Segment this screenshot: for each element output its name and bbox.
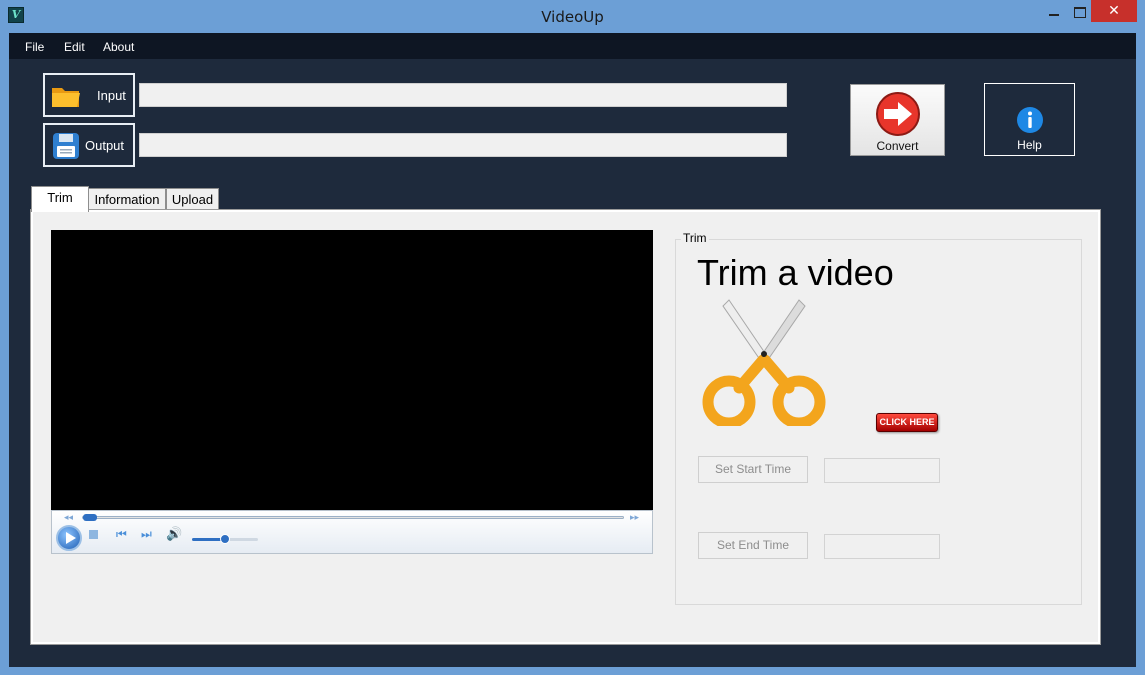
- seek-thumb[interactable]: [83, 514, 97, 521]
- stop-icon[interactable]: [89, 530, 98, 539]
- folder-icon: [52, 88, 80, 107]
- menu-bar: File Edit About: [9, 33, 1136, 59]
- output-button[interactable]: Output: [43, 123, 135, 167]
- menu-edit[interactable]: Edit: [64, 40, 85, 54]
- seek-back-icon[interactable]: ◂◂: [64, 512, 73, 523]
- close-button[interactable]: ✕: [1091, 0, 1137, 22]
- convert-button[interactable]: Convert: [850, 84, 945, 156]
- seek-bar[interactable]: [82, 514, 624, 521]
- media-controls: ◂◂ ▸▸ ⏮ ⏭ 🔊: [51, 510, 653, 554]
- menu-file[interactable]: File: [25, 40, 44, 54]
- input-path-field[interactable]: [139, 83, 787, 107]
- input-button[interactable]: Input: [43, 73, 135, 117]
- scissors-icon: [702, 299, 826, 426]
- info-icon: [1017, 107, 1043, 133]
- title-bar: V VideoUp ✕: [0, 0, 1145, 32]
- menu-about[interactable]: About: [103, 40, 134, 54]
- previous-icon[interactable]: ⏮: [116, 527, 127, 542]
- help-button[interactable]: Help: [984, 83, 1075, 156]
- play-button[interactable]: [56, 525, 82, 551]
- volume-thumb[interactable]: [220, 534, 230, 544]
- click-here-button[interactable]: CLICK HERE: [876, 413, 938, 432]
- volume-icon[interactable]: 🔊: [166, 526, 182, 542]
- trim-heading: Trim a video: [697, 252, 894, 293]
- end-time-field[interactable]: [824, 534, 940, 559]
- main-window: File Edit About Input Output Convert Hel…: [9, 33, 1136, 667]
- tab-upload[interactable]: Upload: [166, 188, 219, 210]
- next-icon[interactable]: ⏭: [141, 527, 152, 542]
- tab-information[interactable]: Information: [88, 188, 166, 210]
- trim-tab-panel: ◂◂ ▸▸ ⏮ ⏭ 🔊 Trim Trim a video CLICK HERE…: [30, 209, 1101, 645]
- output-path-field[interactable]: [139, 133, 787, 157]
- set-end-time-button[interactable]: Set End Time: [698, 532, 808, 559]
- set-start-time-button[interactable]: Set Start Time: [698, 456, 808, 483]
- arrow-right-circle-icon: [876, 92, 920, 136]
- trim-group-title: Trim: [681, 231, 709, 245]
- start-time-field[interactable]: [824, 458, 940, 483]
- window-title: VideoUp: [541, 8, 604, 26]
- output-button-label: Output: [85, 138, 125, 153]
- video-display[interactable]: [51, 230, 653, 510]
- tab-trim[interactable]: Trim: [31, 186, 89, 212]
- maximize-button[interactable]: [1067, 0, 1091, 22]
- volume-slider[interactable]: [192, 534, 258, 544]
- convert-label: Convert: [876, 139, 919, 153]
- help-label: Help: [1017, 138, 1042, 152]
- input-button-label: Input: [97, 88, 126, 103]
- seek-forward-icon[interactable]: ▸▸: [630, 512, 639, 523]
- minimize-button[interactable]: [1041, 0, 1067, 22]
- floppy-disk-icon: [53, 133, 79, 159]
